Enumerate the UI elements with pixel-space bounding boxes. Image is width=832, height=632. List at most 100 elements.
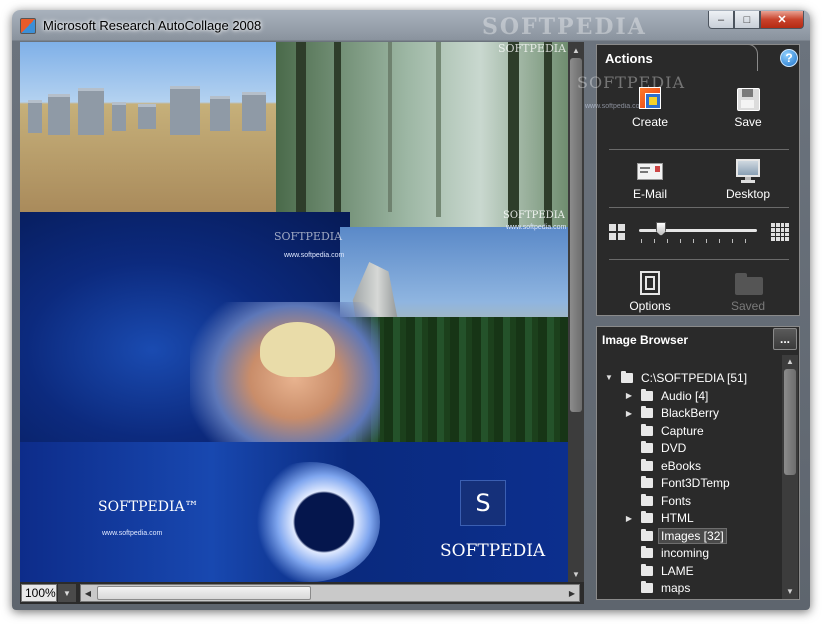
monitor-icon: [735, 159, 761, 183]
help-icon[interactable]: ?: [780, 49, 798, 67]
zoom-level-field[interactable]: 100%: [21, 584, 57, 602]
email-button[interactable]: E-Mail: [605, 159, 695, 201]
minimize-button[interactable]: –: [708, 11, 734, 29]
create-button[interactable]: Create: [605, 87, 695, 129]
options-button[interactable]: Options: [605, 271, 695, 313]
email-label: E-Mail: [632, 187, 667, 201]
options-icon: [637, 271, 663, 295]
tree-root-label: C:\SOFTPEDIA [51]: [641, 370, 748, 385]
tree-folder-item[interactable]: modules: [623, 597, 709, 599]
tree-folder-label: HTML: [661, 511, 694, 525]
collage-watermark-5: SOFTPEDIA: [440, 541, 546, 561]
expand-arrow-icon[interactable]: ▶: [623, 514, 635, 523]
image-browser-panel: Image Browser ... ▼ C:\SOFTPEDIA [51] ▶ A…: [596, 326, 800, 600]
folder-icon: [735, 271, 763, 295]
tree-folder-item[interactable]: ▶ Audio [4]: [623, 387, 711, 404]
up-arrow-icon[interactable]: ▲: [568, 42, 584, 58]
tree-folder-label: Fonts: [661, 493, 692, 508]
tree-folder-label: DVD: [661, 441, 687, 455]
left-arrow-icon[interactable]: ◀: [81, 585, 95, 601]
actions-separator: [609, 259, 789, 260]
tree-folder-item[interactable]: eBooks: [623, 457, 704, 474]
tree-folder-item[interactable]: ▶ HTML: [623, 510, 697, 527]
title-bar[interactable]: Microsoft Research AutoCollage 2008 SOFT…: [12, 10, 810, 42]
envelope-icon: [637, 159, 663, 183]
softpedia-s-logo: S: [460, 480, 506, 526]
tree-folder-label: LAME: [661, 563, 694, 578]
maximize-button[interactable]: □: [734, 11, 760, 29]
save-button[interactable]: Save: [703, 87, 793, 129]
chevron-down-icon[interactable]: ▼: [58, 584, 76, 602]
folder-icon: [641, 423, 653, 436]
image-browser-scrollbar[interactable]: ▲ ▼: [782, 355, 798, 599]
collage-url-1: www.softpedia.com: [506, 224, 567, 231]
close-button[interactable]: ✕: [760, 11, 804, 29]
tree-folder-label: Images [32]: [658, 527, 727, 544]
saved-label: Saved: [730, 299, 766, 313]
expand-arrow-icon[interactable]: ▶: [623, 409, 635, 418]
down-arrow-icon[interactable]: ▼: [782, 583, 798, 599]
collage-vertical-scrollbar[interactable]: ▲ ▼: [568, 42, 584, 582]
app-window: Microsoft Research AutoCollage 2008 SOFT…: [12, 10, 810, 610]
collage-horizontal-scrollbar[interactable]: ◀ ▶: [80, 584, 580, 602]
actions-title: Actions: [605, 51, 653, 66]
tree-folder-item[interactable]: ▶ BlackBerry: [623, 405, 722, 422]
tree-folder-item[interactable]: Images [32]: [623, 527, 727, 544]
desktop-label: Desktop: [725, 187, 771, 201]
up-arrow-icon[interactable]: ▲: [782, 353, 798, 369]
folder-icon: [621, 370, 633, 383]
many-images-grid-icon: [771, 223, 789, 241]
collage-watermark-2: SOFTPEDIA: [503, 210, 565, 221]
desktop-button[interactable]: Desktop: [703, 159, 793, 201]
folder-icon: [641, 388, 653, 401]
collage-url-2: www.softpedia.com: [284, 252, 345, 259]
tree-folder-item[interactable]: Capture: [623, 422, 707, 439]
create-collage-icon: [637, 87, 663, 111]
tree-folder-label: Audio [4]: [661, 388, 709, 403]
collage-photo-stonehenge: [20, 42, 290, 217]
down-arrow-icon[interactable]: ▼: [568, 566, 584, 582]
collage-horizontal-scroll-thumb[interactable]: [97, 586, 311, 600]
tree-folder-item[interactable]: maps: [623, 580, 693, 597]
tree-folder-item[interactable]: incoming: [623, 545, 712, 562]
few-images-grid-icon: [609, 224, 625, 240]
folder-icon: [641, 406, 653, 418]
tree-folder-item[interactable]: LAME: [623, 562, 697, 579]
options-label: Options: [629, 299, 671, 313]
actions-separator: [609, 207, 789, 208]
tree-folder-label: incoming: [661, 546, 710, 560]
title-watermark: SOFTPEDIA: [482, 14, 647, 40]
collage-size-slider-ticks: [641, 239, 757, 243]
save-label: Save: [734, 115, 762, 129]
right-arrow-icon[interactable]: ▶: [565, 585, 579, 601]
window-title: Microsoft Research AutoCollage 2008: [43, 18, 262, 33]
folder-icon: [641, 511, 653, 523]
tree-folder-item[interactable]: Font3DTemp: [623, 475, 733, 492]
collage-canvas[interactable]: S SOFTPEDIA SOFTPEDIA SOFTPEDIA SOFTPEDI…: [20, 42, 568, 582]
image-browser-scroll-thumb[interactable]: [784, 369, 796, 475]
folder-icon: [641, 441, 653, 453]
folder-icon: [641, 581, 653, 593]
tree-folder-label: Font3DTemp: [661, 476, 730, 490]
collapse-arrow-icon[interactable]: ▼: [603, 373, 615, 382]
collage-watermark-4: SOFTPEDIA™: [98, 499, 199, 515]
create-label: Create: [631, 115, 669, 129]
tree-folder-label: Capture: [661, 423, 704, 438]
collage-size-slider-thumb[interactable]: [656, 222, 666, 236]
collage-vertical-scroll-thumb[interactable]: [570, 58, 582, 412]
zoom-bar: 100% ▼ ◀ ▶: [20, 582, 584, 604]
folder-icon: [641, 528, 653, 541]
browse-folder-button[interactable]: ...: [773, 328, 797, 350]
saved-button[interactable]: Saved: [703, 271, 793, 313]
folder-icon: [641, 563, 653, 576]
caption-buttons: – □ ✕: [708, 11, 804, 29]
folder-icon: [641, 493, 653, 506]
tree-root[interactable]: ▼ C:\SOFTPEDIA [51]: [603, 369, 750, 386]
tree-folder-label: maps: [661, 581, 691, 595]
tree-folder-item[interactable]: Fonts: [623, 492, 694, 509]
expand-arrow-icon[interactable]: ▶: [623, 391, 635, 400]
tree-folder-item[interactable]: DVD: [623, 440, 689, 457]
actions-panel: Actions ? SOFTPEDIA www.softpedia.com Cr…: [577, 44, 800, 316]
collage-photo-misty-forest: [276, 42, 568, 232]
app-icon: [20, 18, 36, 34]
